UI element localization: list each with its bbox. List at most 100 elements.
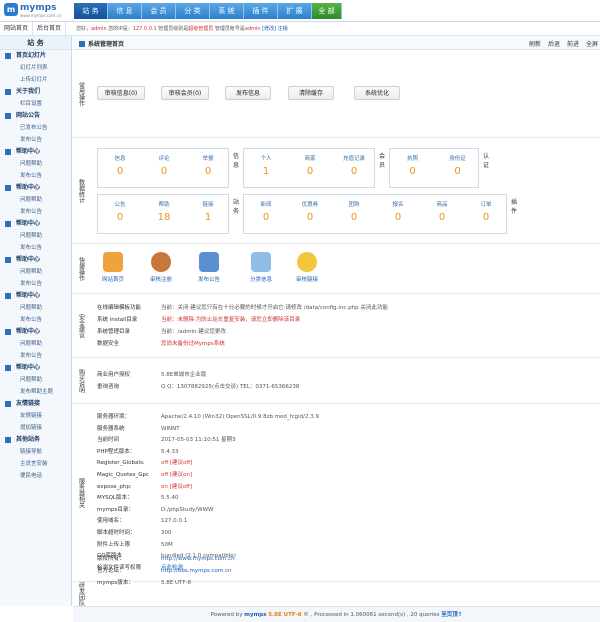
folder-icon bbox=[5, 185, 11, 191]
back-to-top-link[interactable]: 至页顶↑ bbox=[441, 612, 462, 618]
nav-tab-category[interactable]: 分 类 bbox=[176, 3, 210, 19]
page-ops: 刷新 后退 前进 全屏 bbox=[529, 39, 598, 48]
sidebar-item[interactable]: 发布公告 bbox=[0, 242, 71, 254]
sidebar-group[interactable]: 帮助中心 bbox=[0, 182, 71, 194]
quick-site-home[interactable]: 网站首页 bbox=[89, 252, 137, 283]
quick-review-register[interactable]: 审核注册 bbox=[137, 252, 185, 283]
sidebar-item[interactable]: 发布公告 bbox=[0, 314, 71, 326]
sidebar-group[interactable]: 帮助中心 bbox=[0, 146, 71, 158]
sidebar-item[interactable]: 发布公告 bbox=[0, 170, 71, 182]
security-label: 安全建议 bbox=[77, 313, 85, 338]
sidebar-group[interactable]: 帮助中心 bbox=[0, 290, 71, 302]
sidebar-item[interactable]: 链接导航 bbox=[0, 446, 71, 458]
stat-label: 评论 bbox=[158, 156, 170, 162]
back-button[interactable]: 后退 bbox=[548, 39, 560, 48]
sidebar-item[interactable]: 问题帮助 bbox=[0, 302, 71, 314]
clear-cache-button[interactable]: 清除缓存 bbox=[288, 86, 334, 100]
sidebar-item[interactable]: 问题帮助 bbox=[0, 230, 71, 242]
sidebar-group[interactable]: 关于我们 bbox=[0, 86, 71, 98]
sidebar-group[interactable]: 友情链接 bbox=[0, 398, 71, 410]
sidebar-item[interactable]: 问题帮助 bbox=[0, 374, 71, 386]
sidebar-group-label: 关于我们 bbox=[16, 88, 41, 95]
stat-label: 商家 bbox=[304, 156, 316, 162]
purchase-value[interactable]: Q Q：1307882925(点击交谈) TEL：0371-65366238 bbox=[161, 384, 299, 390]
refresh-button[interactable]: 刷新 bbox=[529, 39, 541, 48]
sidebar-item[interactable]: 栏目设置 bbox=[0, 98, 71, 110]
sec-value: 当前：关闭·建议您只有在十分必要的时候才开启它·请修改 /data/config… bbox=[161, 305, 388, 311]
welcome-message: 您好，admin 您的IP是：127.0.0.1 管理员级别是超级管理员 管理员… bbox=[76, 26, 288, 32]
purchase-value: 5.8E单城市企业版 bbox=[161, 372, 207, 378]
nav-tab-system[interactable]: 系 统 bbox=[210, 3, 244, 19]
sidebar-item[interactable]: 已发布公告 bbox=[0, 122, 71, 134]
stat-coupon: 优惠券 0 bbox=[288, 200, 332, 223]
sec-value: 当前：/admin·建议您更改 bbox=[161, 329, 226, 335]
server-row: Register_Globals: off [建议off] bbox=[97, 458, 192, 466]
server-key: Register_Globals: bbox=[97, 460, 145, 467]
sidebar-group[interactable]: 帮助中心 bbox=[0, 362, 71, 374]
review-info-button[interactable]: 审核信息(0) bbox=[97, 86, 145, 100]
footer-brand[interactable]: mymps bbox=[244, 612, 266, 618]
sidebar-item[interactable]: 发布公告 bbox=[0, 350, 71, 362]
purchase-section: 购买说明 商业用户授权 5.8E单城市企业版 垂询咨询 Q Q：1307882925… bbox=[73, 358, 600, 404]
quick-ops-label: 快捷操作 bbox=[77, 256, 85, 281]
quick-review-link[interactable]: 审核链接 bbox=[283, 252, 331, 283]
review-member-button[interactable]: 审核会员(0) bbox=[161, 86, 209, 100]
sidebar-group-label: 友情链接 bbox=[16, 400, 41, 407]
server-key: Magic_Quotes_Gpc bbox=[97, 472, 150, 478]
sidebar-item[interactable]: 发布公告 bbox=[0, 206, 71, 218]
sidebar-group-label: 帮助中心 bbox=[16, 256, 41, 263]
sidebar-group[interactable]: 帮助中心 bbox=[0, 326, 71, 338]
nav-tab-info[interactable]: 信 息 bbox=[108, 3, 142, 19]
site-home-link[interactable]: 网站首页 bbox=[0, 22, 33, 35]
change-link[interactable]: [修改] bbox=[262, 26, 276, 32]
stat-label: 新闻 bbox=[260, 202, 272, 208]
quick-category-info[interactable]: 分类信息 bbox=[237, 252, 285, 283]
sidebar-group[interactable]: 首页幻灯片 bbox=[0, 50, 71, 62]
nav-tab-extend[interactable]: 扩 展 bbox=[278, 3, 312, 19]
stats-box-info: 信息 0 评论 0 举报 0 bbox=[97, 148, 229, 188]
stat-label: 帮助 bbox=[158, 202, 170, 208]
sidebar-group[interactable]: 其他站务 bbox=[0, 434, 71, 446]
server-value: 300 bbox=[161, 530, 172, 536]
sidebar-item[interactable]: 幻灯片列表 bbox=[0, 62, 71, 74]
team-value[interactable]: http://bbs.mymps.com.cn bbox=[161, 568, 232, 574]
sidebar-item[interactable]: 发布帮助主题 bbox=[0, 386, 71, 398]
folder-icon bbox=[5, 149, 11, 155]
sidebar-group[interactable]: 帮助中心 bbox=[0, 218, 71, 230]
nav-tab-station[interactable]: 站 务 bbox=[74, 3, 108, 19]
sidebar-group[interactable]: 网站公告 bbox=[0, 110, 71, 122]
sidebar-item[interactable]: 便民电话 bbox=[0, 470, 71, 482]
nav-tab-all[interactable]: 全 部 bbox=[312, 3, 342, 19]
sidebar-item[interactable]: 发布公告 bbox=[0, 134, 71, 146]
fullscreen-button[interactable]: 全屏 bbox=[586, 39, 598, 48]
sidebar-group-label: 帮助中心 bbox=[16, 364, 41, 371]
sidebar-item[interactable]: 上传幻灯片 bbox=[0, 74, 71, 86]
quick-post-notice[interactable]: 发布公告 bbox=[185, 252, 233, 283]
common-ops-label: 常用操作 bbox=[77, 81, 85, 106]
stat-value: 0 bbox=[306, 166, 314, 177]
forward-button[interactable]: 前进 bbox=[567, 39, 579, 48]
sidebar-item[interactable]: 增加链接 bbox=[0, 422, 71, 434]
optimize-button[interactable]: 系统优化 bbox=[354, 86, 400, 100]
post-info-button[interactable]: 发布信息 bbox=[225, 86, 271, 100]
server-row: PHP程式版本： 5.4.33 bbox=[97, 447, 179, 455]
sidebar-group[interactable]: 帮助中心 bbox=[0, 254, 71, 266]
sidebar-item[interactable]: 发布公告 bbox=[0, 278, 71, 290]
search-icon bbox=[251, 252, 271, 272]
quick-label: 审核注册 bbox=[149, 277, 172, 283]
admin-home-link[interactable]: 后台首页 bbox=[33, 22, 66, 35]
nav-tab-member[interactable]: 会 员 bbox=[142, 3, 176, 19]
site-logo[interactable]: m mymps www.mymps.com.cn bbox=[4, 3, 68, 19]
sidebar-item[interactable]: 问题帮助 bbox=[0, 338, 71, 350]
server-row: Magic_Quotes_Gpc off [建议on] bbox=[97, 470, 192, 478]
sidebar-item[interactable]: 问题帮助 bbox=[0, 158, 71, 170]
sidebar-item[interactable]: 友情链接 bbox=[0, 410, 71, 422]
sec-value[interactable]: 您尚未备份过Mymps系统 bbox=[161, 341, 225, 347]
sidebar-item[interactable]: 问题帮助 bbox=[0, 266, 71, 278]
sidebar-item[interactable]: 主说言安装 bbox=[0, 458, 71, 470]
sidebar-item[interactable]: 问题帮助 bbox=[0, 194, 71, 206]
stat-label: 公告 bbox=[114, 202, 126, 208]
team-value[interactable]: http://www.mymps.com.cn bbox=[161, 556, 235, 562]
nav-tab-plugin[interactable]: 插 件 bbox=[244, 3, 278, 19]
logout-link[interactable]: 注销 bbox=[278, 26, 288, 32]
